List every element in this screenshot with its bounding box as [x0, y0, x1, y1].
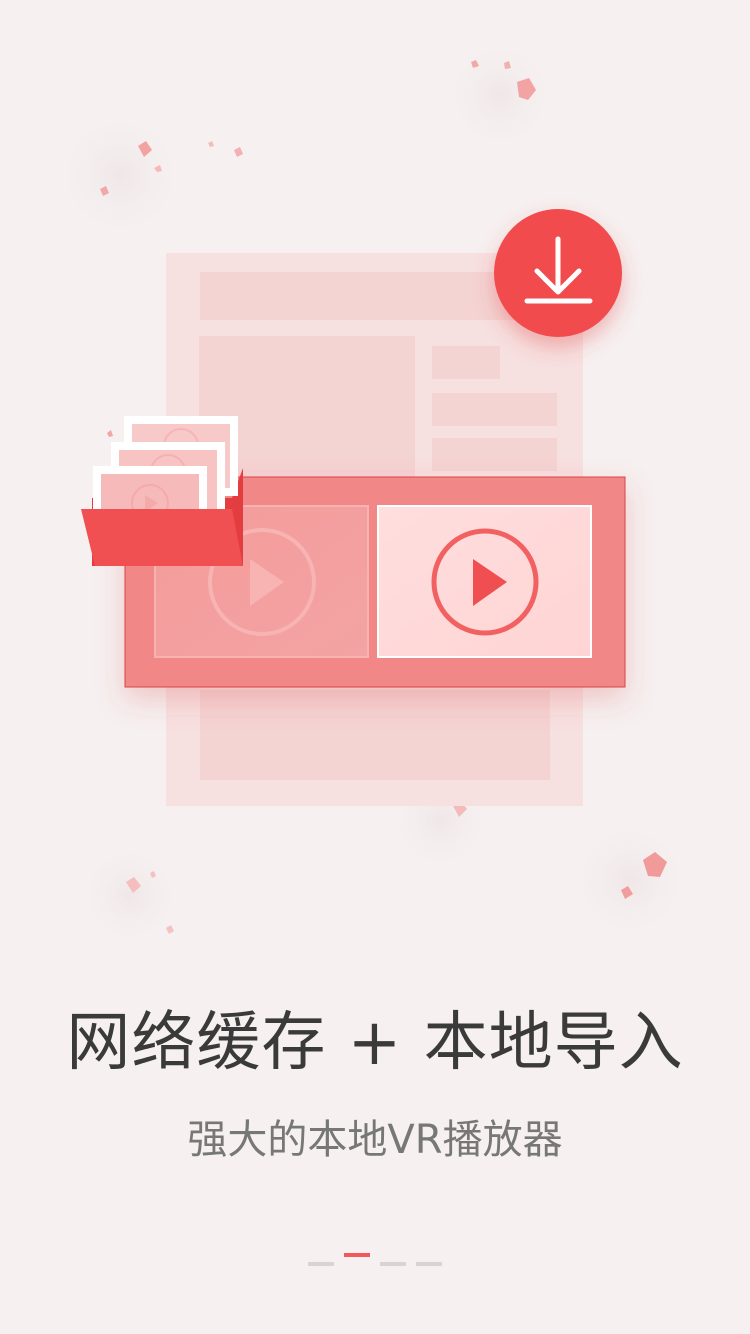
illustration-svg: [50, 35, 695, 950]
onboarding-screen: 网络缓存 + 本地导入 强大的本地VR播放器: [0, 0, 750, 1334]
page-dot-4[interactable]: [416, 1262, 442, 1266]
page-dot-3[interactable]: [380, 1262, 406, 1266]
video-thumbnail-right[interactable]: [377, 505, 592, 658]
illustration: [0, 0, 750, 960]
page-dot-2-active[interactable]: [344, 1253, 370, 1257]
page-dot-1[interactable]: [308, 1262, 334, 1266]
slide-title: 网络缓存 + 本地导入: [66, 1006, 684, 1080]
folder-icon: [81, 416, 243, 566]
slide-subtitle: 强大的本地VR播放器: [187, 1117, 563, 1163]
page-indicator: [0, 1250, 750, 1270]
